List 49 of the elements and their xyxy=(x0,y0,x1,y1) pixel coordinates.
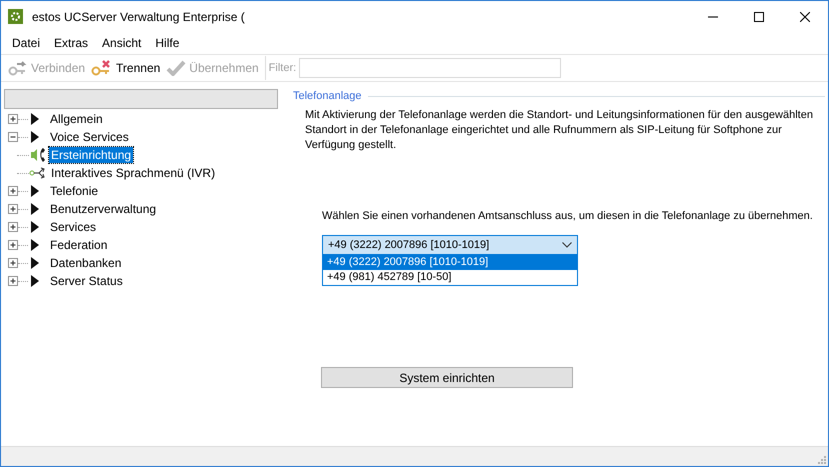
triangle-icon xyxy=(31,239,39,251)
triangle-icon xyxy=(31,131,39,143)
triangle-icon xyxy=(31,113,39,125)
toolbar-button[interactable]: Trennen xyxy=(88,56,164,80)
tree-item[interactable]: Ersteinrichtung xyxy=(49,147,134,163)
branch-icon xyxy=(29,166,47,180)
trunk-dropdown[interactable]: +49 (3222) 2007896 [1010-1019] xyxy=(322,235,578,255)
dropdown-option[interactable]: +49 (3222) 2007896 [1010-1019] xyxy=(323,255,577,270)
menu-item[interactable]: Datei xyxy=(5,36,48,50)
group-title: Telefonanlage xyxy=(293,90,362,102)
expand-icon[interactable] xyxy=(8,258,18,268)
tree-item[interactable]: Server Status xyxy=(48,273,125,289)
menu-item[interactable]: Hilfe xyxy=(148,36,186,50)
expand-icon[interactable] xyxy=(8,276,18,286)
tree-item[interactable]: Federation xyxy=(48,237,110,253)
app-icon xyxy=(8,9,23,24)
close-icon xyxy=(800,12,810,22)
tree-item[interactable]: Voice Services xyxy=(48,129,131,145)
filter-field[interactable] xyxy=(299,58,562,78)
triangle-icon xyxy=(31,185,39,197)
tree-item[interactable]: Datenbanken xyxy=(48,255,124,271)
tree-item[interactable]: Services xyxy=(48,219,98,235)
menu-item[interactable]: Ansicht xyxy=(95,36,148,50)
expand-icon[interactable] xyxy=(8,204,18,214)
triangle-icon xyxy=(31,275,39,287)
maximize-icon xyxy=(754,12,764,22)
window-title: estos UCServer Verwaltung Enterprise ( xyxy=(32,10,246,24)
prompt-text: Wählen Sie einen vorhandenen Amtsanschluss aus, um diesen in die Telefonanlage zu übernehmen. xyxy=(322,210,814,222)
tree-item[interactable]: Benutzerverwaltung xyxy=(48,201,158,217)
phone-icon xyxy=(29,147,47,163)
setup-button[interactable]: System einrichten xyxy=(321,367,573,388)
checkmark-icon xyxy=(166,60,186,76)
tree-item[interactable]: Telefonie xyxy=(48,183,100,199)
resize-grip-icon xyxy=(816,454,826,464)
expand-icon[interactable] xyxy=(8,186,18,196)
expand-icon[interactable] xyxy=(8,240,18,250)
triangle-icon xyxy=(31,257,39,269)
description-text: Mit Aktivierung der Telefonanlage werden die Standort- und Leitungsinformationen für den ausgewählten Standort in der Telefonanlage eingerichtet und alle Rufnummern als SIP-Leitung für Softphone zur Verfügung gestellt. xyxy=(305,108,814,153)
expand-icon[interactable] xyxy=(8,222,18,232)
expand-icon[interactable] xyxy=(8,114,18,124)
chevron-icon xyxy=(562,242,572,248)
filter-label: Filter: xyxy=(268,62,296,74)
menu-item[interactable]: Extras xyxy=(47,36,96,50)
tree-item[interactable]: Interaktives Sprachmenü (IVR) xyxy=(49,165,218,181)
triangle-icon xyxy=(31,203,39,215)
key-icon xyxy=(8,60,28,76)
triangle-icon xyxy=(31,221,39,233)
tree-item[interactable]: Allgemein xyxy=(48,111,105,127)
collapse-icon[interactable] xyxy=(8,132,18,142)
